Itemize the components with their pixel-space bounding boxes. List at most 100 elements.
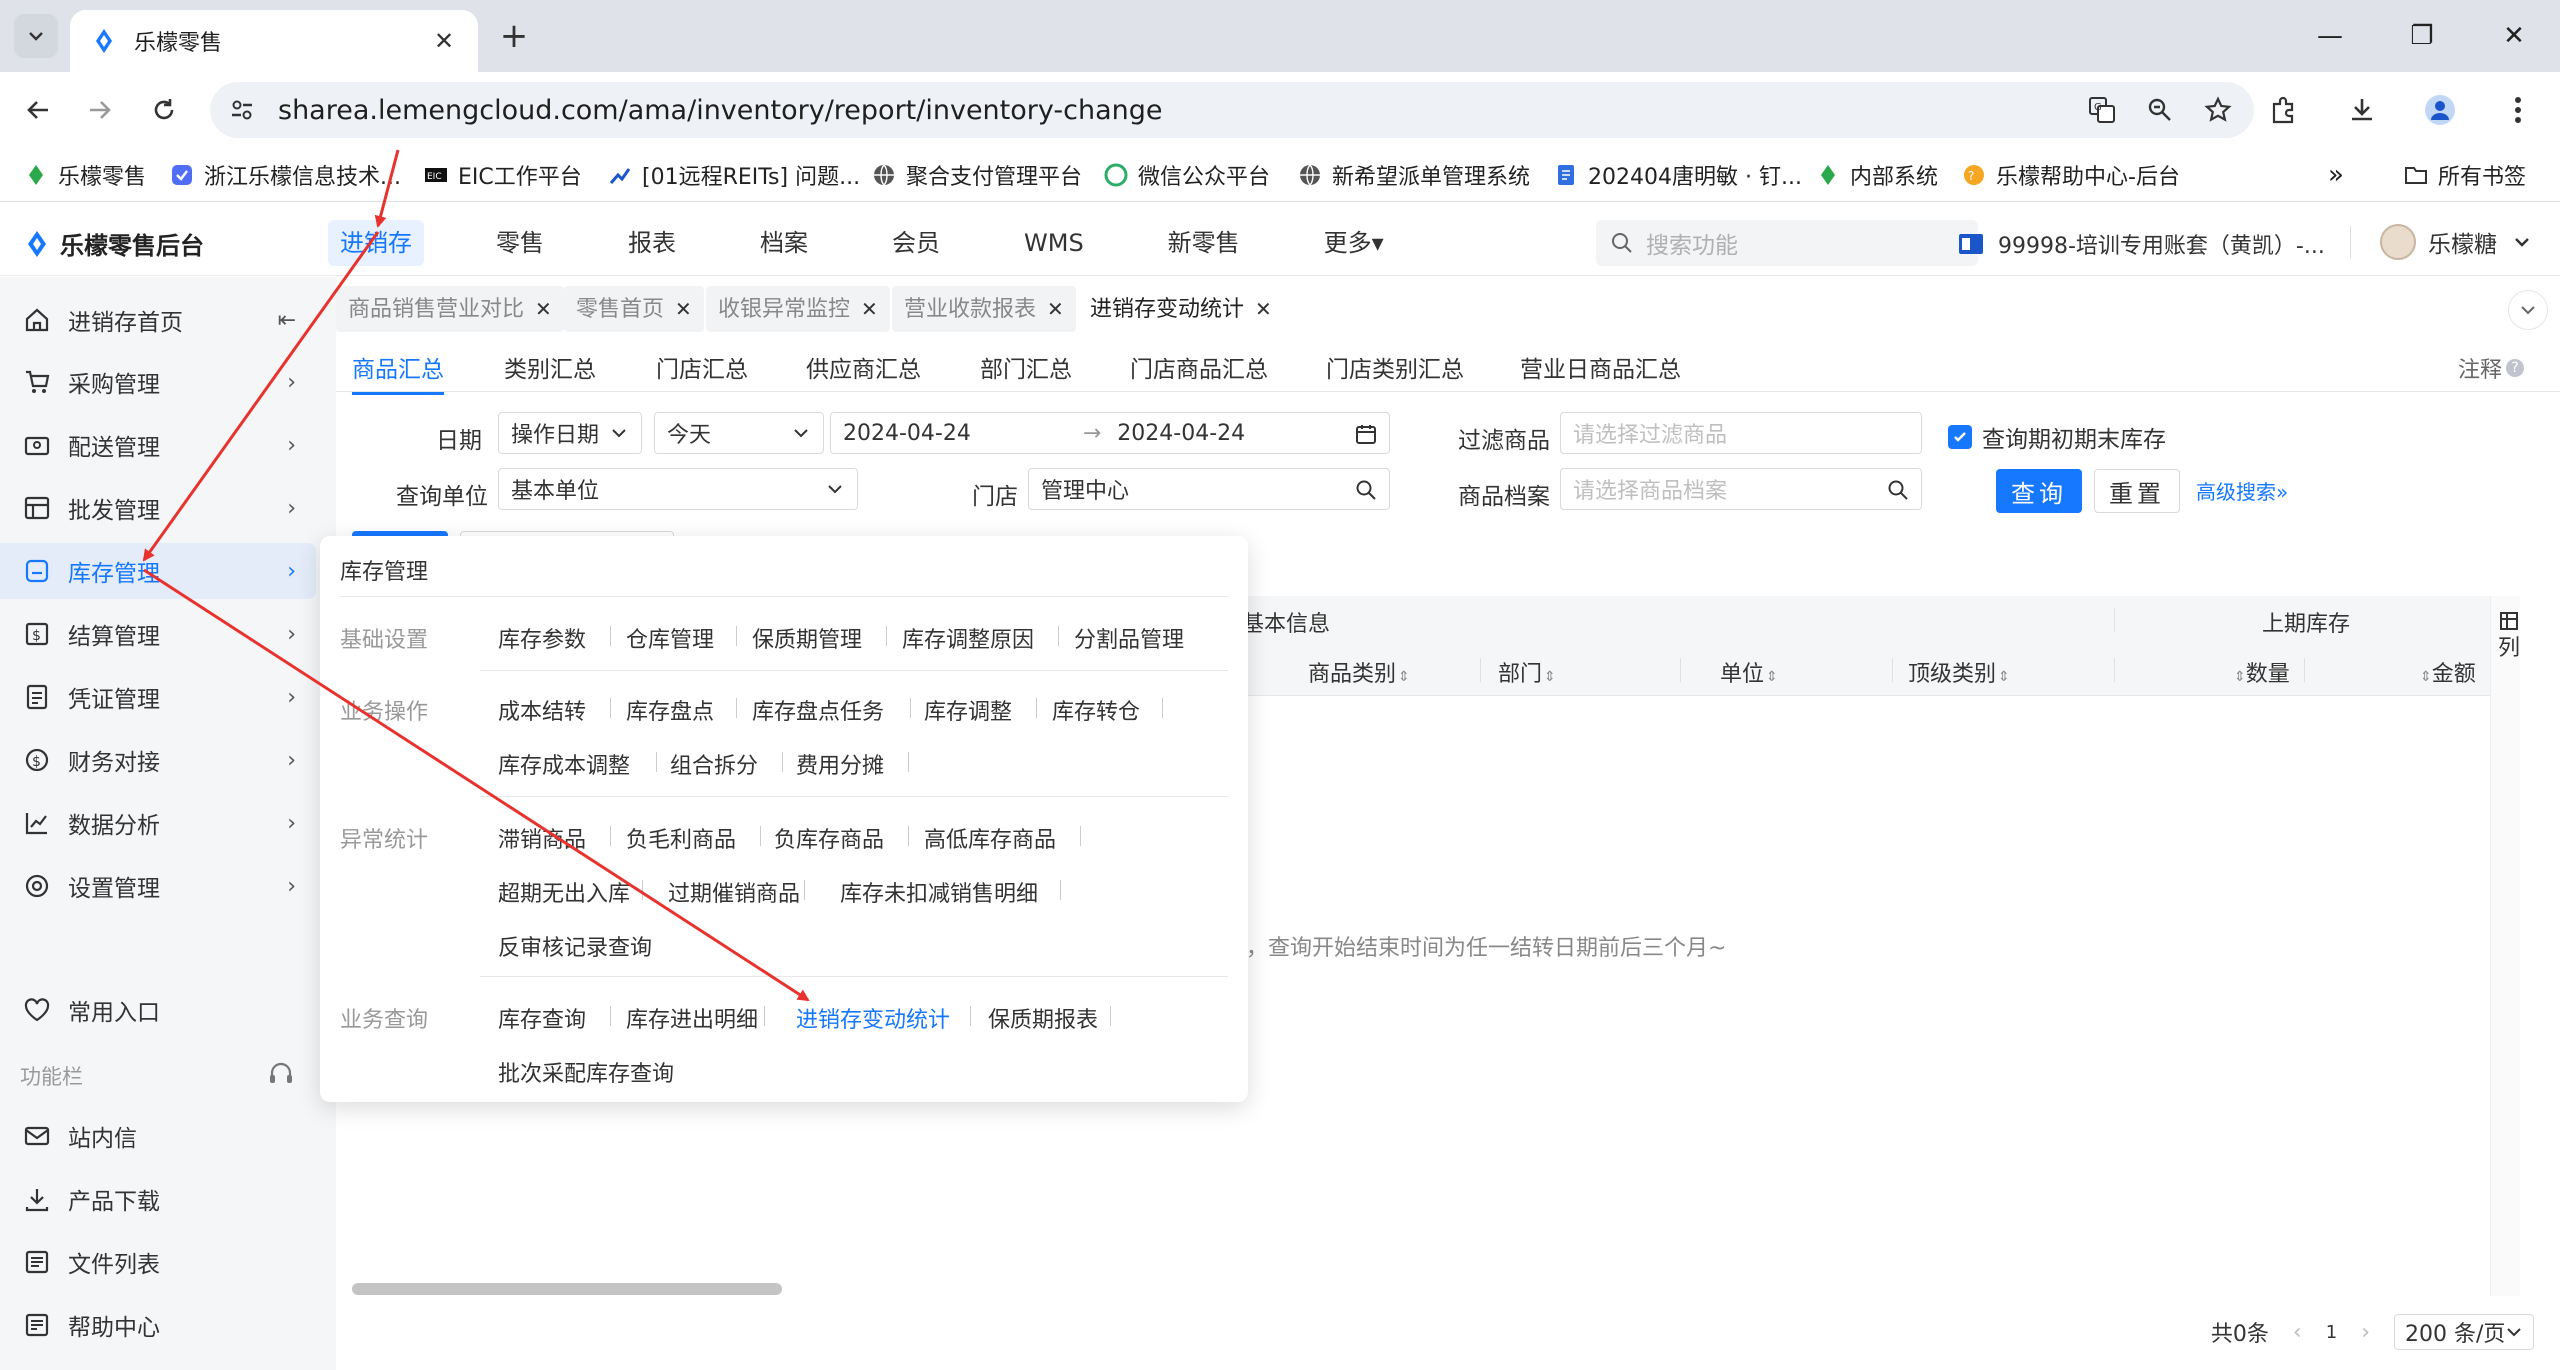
bookmark-item[interactable]: 内部系统 xyxy=(1816,158,1938,192)
sidebar-item-file-list[interactable]: 文件列表 xyxy=(0,1234,316,1290)
page-tab[interactable]: 零售首页 ✕ xyxy=(564,286,704,332)
menu-item[interactable]: 库存调整原因 xyxy=(902,622,1034,654)
date-end[interactable]: 2024-04-24 xyxy=(1117,421,1245,446)
address-bar[interactable]: sharea.lemengcloud.com/ama/inventory/rep… xyxy=(210,82,2254,138)
profile-avatar-icon[interactable] xyxy=(2416,86,2464,134)
sidebar-item-inventory-home[interactable]: 进销存首页 ⇤ xyxy=(0,292,316,348)
menu-item[interactable]: 仓库管理 xyxy=(626,622,714,654)
download-icon[interactable] xyxy=(2338,86,2386,134)
subtab-store-category-summary[interactable]: 门店类别汇总 xyxy=(1326,350,1464,384)
extensions-icon[interactable] xyxy=(2260,86,2308,134)
page-tab-active[interactable]: 进销存变动统计 ✕ xyxy=(1078,286,1284,332)
menu-item[interactable]: 保质期报表 xyxy=(988,1002,1098,1034)
menu-item[interactable]: 成本结转 xyxy=(498,694,586,726)
menu-item[interactable]: 分割品管理 xyxy=(1074,622,1184,654)
menu-item-inventory-change-stats[interactable]: 进销存变动统计 xyxy=(796,1002,950,1034)
bookmark-star-icon[interactable] xyxy=(2198,90,2238,130)
nav-wms[interactable]: WMS xyxy=(1012,220,1096,266)
menu-item[interactable]: 库存进出明细 xyxy=(626,1002,758,1034)
browser-menu-icon[interactable] xyxy=(2494,86,2542,134)
table-horizontal-scrollbar[interactable] xyxy=(352,1283,782,1295)
unit-select[interactable]: 基本单位 xyxy=(498,468,858,510)
menu-item[interactable]: 高低库存商品 xyxy=(924,822,1056,854)
new-tab-button[interactable]: + xyxy=(494,16,534,56)
subtab-store-summary[interactable]: 门店汇总 xyxy=(656,350,748,384)
subtab-store-goods-summary[interactable]: 门店商品汇总 xyxy=(1130,350,1268,384)
bookmark-item[interactable]: ? 乐檬帮助中心-后台 xyxy=(1962,158,2180,192)
menu-item[interactable]: 库存调整 xyxy=(924,694,1012,726)
col-quantity[interactable]: ⇕数量 xyxy=(2232,656,2290,688)
subtab-department-summary[interactable]: 部门汇总 xyxy=(980,350,1072,384)
store-input[interactable]: 管理中心 xyxy=(1028,468,1390,510)
close-icon[interactable]: ✕ xyxy=(535,297,552,321)
column-settings-button[interactable]: 列 xyxy=(2494,612,2524,662)
account-selector[interactable]: 99998-培训专用账套（黄凯）-... xyxy=(1958,228,2325,260)
brand[interactable]: 乐檬零售后台 xyxy=(22,226,204,261)
col-unit[interactable]: 单位 ⇕ xyxy=(1720,656,1778,688)
menu-item[interactable]: 超期无出入库 xyxy=(498,876,630,908)
tab-search-button[interactable] xyxy=(14,14,58,58)
sidebar-item-help-center[interactable]: 帮助中心 xyxy=(0,1297,316,1353)
sidebar-item-product-download[interactable]: 产品下载 xyxy=(0,1171,316,1227)
bookmark-item[interactable]: 聚合支付管理平台 xyxy=(872,158,1082,192)
bookmark-item[interactable]: EIC EIC工作平台 xyxy=(424,158,582,192)
back-button[interactable] xyxy=(14,86,62,134)
translate-icon[interactable]: G xyxy=(2082,90,2122,130)
page-tab[interactable]: 营业收款报表 ✕ xyxy=(892,286,1076,332)
col-goods-category[interactable]: 商品类别 ⇕ xyxy=(1308,656,1410,688)
sidebar-item-purchase[interactable]: 采购管理 › xyxy=(0,354,316,410)
bookmark-item[interactable]: 微信公众平台 xyxy=(1104,158,1270,192)
date-start[interactable]: 2024-04-24 xyxy=(843,421,971,446)
subtab-business-day-summary[interactable]: 营业日商品汇总 xyxy=(1520,350,1681,384)
close-icon[interactable]: ✕ xyxy=(861,297,878,321)
menu-item[interactable]: 负毛利商品 xyxy=(626,822,736,854)
page-tab[interactable]: 商品销售营业对比 ✕ xyxy=(336,286,564,332)
browser-tab-active[interactable]: 乐檬零售 ✕ xyxy=(70,10,478,72)
bookmark-item[interactable]: [01远程REITs] 问题... xyxy=(608,158,860,192)
function-search-input[interactable]: 搜索功能 xyxy=(1596,220,1978,266)
date-type-select[interactable]: 操作日期 xyxy=(498,412,642,454)
all-bookmarks-folder[interactable]: 所有书签 xyxy=(2404,158,2526,192)
sidebar-item-analytics[interactable]: 数据分析 › xyxy=(0,795,316,851)
search-icon[interactable] xyxy=(1887,479,1909,501)
close-icon[interactable]: ✕ xyxy=(675,297,692,321)
sidebar-item-settlement[interactable]: $ 结算管理 › xyxy=(0,606,316,662)
col-department[interactable]: 部门 ⇕ xyxy=(1498,656,1556,688)
menu-item[interactable]: 批次采配库存查询 xyxy=(498,1056,674,1088)
bookmark-item[interactable]: 202404唐明敏 · 钉... xyxy=(1554,158,1802,192)
nav-more[interactable]: 更多▾ xyxy=(1312,220,1396,266)
subtab-goods-summary[interactable]: 商品汇总 xyxy=(352,350,444,395)
menu-item[interactable]: 库存查询 xyxy=(498,1002,586,1034)
menu-item[interactable]: 库存未扣减销售明细 xyxy=(840,876,1038,908)
menu-item[interactable]: 负库存商品 xyxy=(774,822,884,854)
menu-item[interactable]: 库存成本调整 xyxy=(498,748,630,780)
nav-retail[interactable]: 零售 xyxy=(484,220,556,266)
col-top-category[interactable]: 顶级类别 ⇕ xyxy=(1908,656,2010,688)
period-stock-checkbox[interactable]: 查询期初期末库存 xyxy=(1948,420,2166,454)
nav-archives[interactable]: 档案 xyxy=(748,220,820,266)
query-button[interactable]: 查询 xyxy=(1996,469,2082,513)
prev-page-icon[interactable]: ‹ xyxy=(2293,1320,2302,1345)
sidebar-item-inventory[interactable]: 库存管理 › xyxy=(0,543,316,599)
bookmark-item[interactable]: 浙江乐檬信息技术... xyxy=(170,158,401,192)
nav-reports[interactable]: 报表 xyxy=(616,220,688,266)
page-number[interactable]: 1 xyxy=(2326,1322,2337,1343)
col-amount[interactable]: ⇕金额 xyxy=(2418,656,2476,688)
bookmark-item[interactable]: 新希望派单管理系统 xyxy=(1298,158,1530,192)
menu-item[interactable]: 过期催销商品 xyxy=(668,876,800,908)
nav-new-retail[interactable]: 新零售 xyxy=(1156,220,1252,266)
favorites-entry[interactable]: 常用入口 xyxy=(0,982,316,1038)
menu-item[interactable]: 库存参数 xyxy=(498,622,586,654)
reload-button[interactable] xyxy=(140,86,188,134)
sidebar-item-settings[interactable]: 设置管理 › xyxy=(0,858,316,914)
sidebar-item-delivery[interactable]: 配送管理 › xyxy=(0,417,316,473)
page-tab[interactable]: 收银异常监控 ✕ xyxy=(706,286,890,332)
menu-item[interactable]: 保质期管理 xyxy=(752,622,862,654)
menu-item[interactable]: 库存转仓 xyxy=(1052,694,1140,726)
subtab-supplier-summary[interactable]: 供应商汇总 xyxy=(806,350,921,384)
filter-goods-input[interactable]: 请选择过滤商品 xyxy=(1560,412,1922,454)
subtab-category-summary[interactable]: 类别汇总 xyxy=(504,350,596,384)
search-icon[interactable] xyxy=(1355,479,1377,501)
tabs-expand-button[interactable] xyxy=(2508,290,2548,330)
close-icon[interactable]: ✕ xyxy=(1255,297,1272,321)
